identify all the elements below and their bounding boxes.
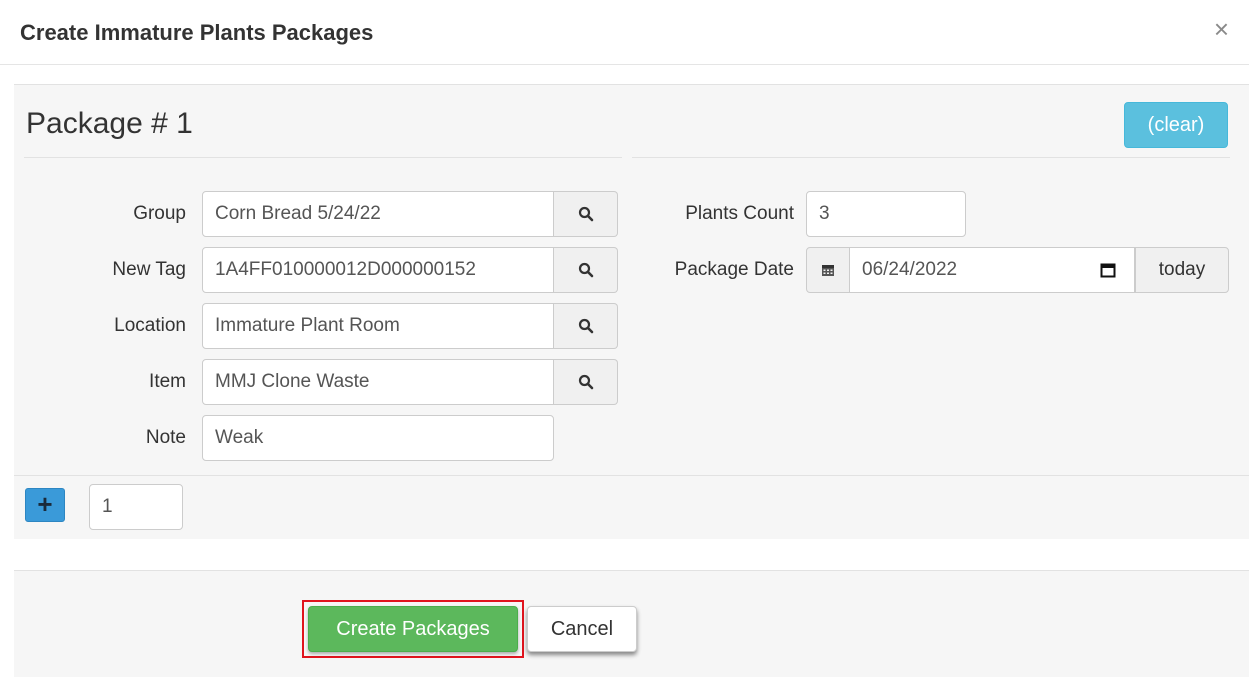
add-packages-row: + 1 — [14, 475, 1249, 539]
package-panel: Package # 1 (clear) Group Corn Bread 5/2… — [14, 84, 1249, 539]
add-package-count-input[interactable]: 1 — [89, 484, 183, 530]
calendar-addon — [806, 247, 850, 293]
divider — [632, 157, 1230, 158]
new-tag-input[interactable]: 1A4FF010000012D000000152 — [202, 247, 554, 293]
search-icon — [578, 262, 593, 278]
search-icon — [578, 318, 593, 334]
item-input[interactable]: MMJ Clone Waste — [202, 359, 554, 405]
item-label: Item — [149, 371, 186, 392]
package-date-value: 06/24/2022 — [862, 259, 958, 280]
divider — [24, 157, 622, 158]
create-packages-modal: Create Immature Plants Packages × Packag… — [0, 0, 1249, 677]
modal-header: Create Immature Plants Packages × — [0, 0, 1249, 65]
group-label: Group — [133, 203, 186, 224]
location-search-button[interactable] — [554, 303, 618, 349]
modal-title: Create Immature Plants Packages — [20, 20, 374, 45]
item-search-button[interactable] — [554, 359, 618, 405]
today-button[interactable]: today — [1135, 247, 1229, 293]
clear-button[interactable]: (clear) — [1124, 102, 1228, 148]
cancel-button[interactable]: Cancel — [527, 606, 637, 652]
modal-footer: Create Packages Cancel — [14, 570, 1249, 677]
calendar-picker-icon[interactable] — [1100, 262, 1116, 278]
plants-count-label: Plants Count — [685, 203, 794, 224]
group-input[interactable]: Corn Bread 5/24/22 — [202, 191, 554, 237]
add-package-button[interactable]: + — [25, 488, 65, 522]
package-date-label: Package Date — [674, 259, 794, 280]
package-date-input[interactable]: 06/24/2022 — [849, 247, 1135, 293]
note-input[interactable]: Weak — [202, 415, 554, 461]
calendar-icon — [822, 265, 834, 276]
search-icon — [578, 374, 593, 390]
new-tag-search-button[interactable] — [554, 247, 618, 293]
new-tag-label: New Tag — [112, 259, 186, 280]
plants-count-input[interactable]: 3 — [806, 191, 966, 237]
search-icon — [578, 206, 593, 222]
location-label: Location — [114, 315, 186, 336]
package-title: Package # 1 — [26, 107, 193, 140]
group-search-button[interactable] — [554, 191, 618, 237]
close-icon[interactable]: × — [1214, 16, 1229, 42]
create-packages-button[interactable]: Create Packages — [308, 606, 518, 652]
location-input[interactable]: Immature Plant Room — [202, 303, 554, 349]
note-label: Note — [145, 427, 186, 448]
